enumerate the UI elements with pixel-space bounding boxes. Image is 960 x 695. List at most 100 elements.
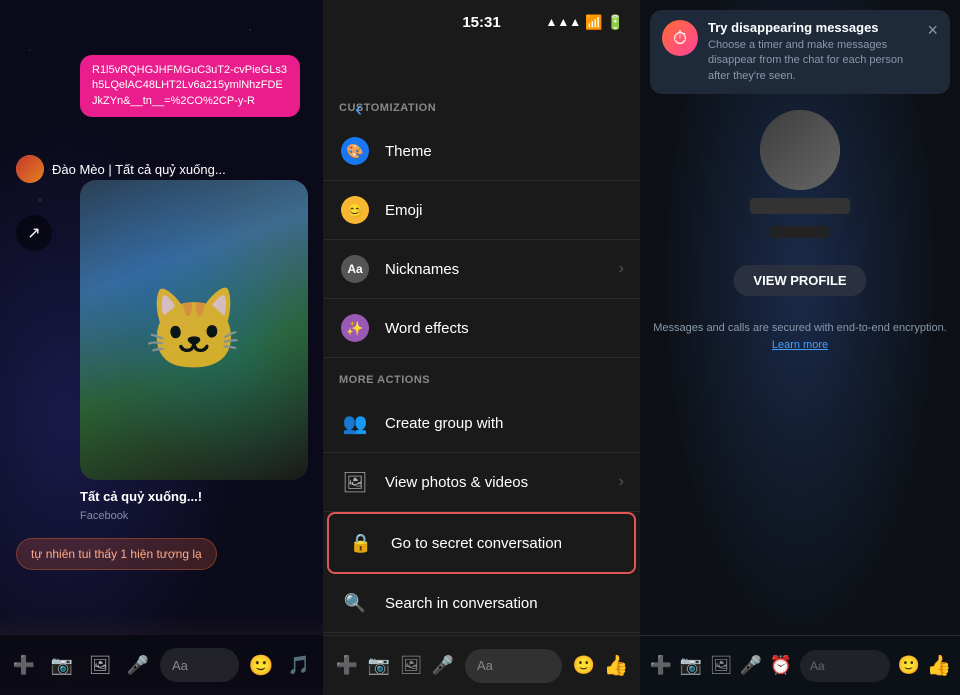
emoji-label: Emoji — [385, 202, 624, 219]
mid-camera-icon[interactable]: 📷 — [363, 650, 395, 682]
menu-item-secret-conversation[interactable]: 🔒 Go to secret conversation — [327, 512, 636, 574]
cat-image-container: 🐱 — [80, 180, 308, 480]
right-input-placeholder: Aa — [810, 659, 825, 673]
nicknames-arrow-icon: › — [619, 260, 624, 278]
lock-icon: 🔒 — [350, 533, 372, 554]
middle-bottom-bar: ➕ 📷 🖼 🎤 Aa 🙂 👍 — [323, 635, 640, 695]
menu-item-nicknames[interactable]: Aa Nicknames › — [323, 240, 640, 299]
right-panel: ⏱ Try disappearing messages Choose a tim… — [640, 0, 960, 695]
search-conversation-label: Search in conversation — [385, 595, 624, 612]
disappearing-banner: ⏱ Try disappearing messages Choose a tim… — [650, 10, 950, 94]
right-camera-icon[interactable]: 📷 — [676, 651, 706, 681]
close-icon: × — [927, 20, 938, 40]
emoji-icon-circle: 😊 — [341, 196, 369, 224]
microphone-icon[interactable]: 🎤 — [122, 649, 154, 681]
battery-icon: 🔋 — [607, 14, 624, 31]
cat-image: 🐱 — [80, 180, 308, 480]
encryption-text: Messages and calls are secured with end-… — [650, 320, 950, 353]
status-icons: ▲▲▲ 📶 🔋 — [545, 14, 624, 31]
emoji-icon[interactable]: 🙂 — [245, 649, 277, 681]
photos-icon-wrapper: 🖼 — [339, 466, 371, 498]
avatar-image — [16, 155, 44, 183]
mid-image-icon[interactable]: 🖼 — [395, 650, 427, 682]
status-bar: 15:31 ▲▲▲ 📶 🔋 — [323, 0, 640, 44]
nicknames-icon-circle: Aa — [341, 255, 369, 283]
avatar-row: Đào Mèo | Tất cả quỷ xuống... — [16, 155, 226, 183]
secret-icon-wrapper: 🔒 — [345, 527, 377, 559]
share-icon: ↗ — [27, 223, 40, 243]
right-clock-icon[interactable]: ⏰ — [766, 651, 796, 681]
right-emoji-icon[interactable]: 🙂 — [894, 651, 924, 681]
right-microphone-icon[interactable]: 🎤 — [736, 651, 766, 681]
photos-icon: 🖼 — [342, 470, 367, 495]
search-icon: 🔍 — [344, 593, 366, 614]
timer-icon: ⏱ — [673, 28, 687, 49]
image-icon[interactable]: 🖼 — [84, 649, 116, 681]
word-effects-icon-wrapper: ✨ — [339, 312, 371, 344]
theme-icon-circle: 🎨 — [341, 137, 369, 165]
mid-microphone-icon[interactable]: 🎤 — [427, 650, 459, 682]
menu-item-word-effects[interactable]: ✨ Word effects — [323, 299, 640, 358]
caption: Tất cả quỷ xuống...! — [80, 489, 202, 504]
menu-item-create-group[interactable]: 👥 Create group with — [323, 394, 640, 453]
cat-silhouette: 🐱 — [144, 283, 244, 377]
nicknames-label: Nicknames — [385, 261, 619, 278]
mid-input-placeholder: Aa — [477, 658, 493, 673]
right-thumb-icon[interactable]: 👍 — [924, 651, 954, 681]
search-icon-wrapper: 🔍 — [339, 587, 371, 619]
avatar-name: Đào Mèo | Tất cả quỷ xuống... — [52, 162, 226, 177]
view-profile-button[interactable]: VIEW PROFILE — [733, 265, 866, 296]
word-effects-icon-circle: ✨ — [341, 314, 369, 342]
right-bottom-bar: ➕ 📷 🖼 🎤 ⏰ Aa 🙂 👍 — [640, 635, 960, 695]
message-input[interactable]: Aa — [160, 648, 239, 682]
word-effects-icon: ✨ — [346, 320, 363, 337]
nicknames-icon-wrapper: Aa — [339, 253, 371, 285]
mid-thumb-icon[interactable]: 👍 — [600, 650, 632, 682]
more-actions-header: MORE ACTIONS — [323, 358, 640, 394]
voice-icon[interactable]: 🎵 — [283, 649, 315, 681]
create-group-icon-wrapper: 👥 — [339, 407, 371, 439]
menu-item-emoji[interactable]: 😊 Emoji — [323, 181, 640, 240]
right-image-icon[interactable]: 🖼 — [706, 651, 736, 681]
mid-plus-icon[interactable]: ➕ — [331, 650, 363, 682]
link-message: R1l5vRQHGJHFMGuC3uT2-cvPieGLs3h5LQelAC48… — [80, 55, 300, 117]
wifi-icon: 📶 — [585, 14, 602, 31]
share-button[interactable]: ↗ — [16, 215, 52, 251]
input-placeholder: Aa — [172, 658, 188, 673]
right-message-input[interactable]: Aa — [800, 650, 890, 682]
photos-label: View photos & videos — [385, 474, 619, 491]
secret-conversation-label: Go to secret conversation — [391, 535, 618, 552]
photos-arrow-icon: › — [619, 473, 624, 491]
menu-content: CUSTOMIZATION 🎨 Theme 😊 Emoji Aa — [323, 86, 640, 635]
middle-panel: 15:31 ▲▲▲ 📶 🔋 ‹ CUSTOMIZATION 🎨 Theme 😊 — [323, 0, 640, 695]
right-avatar-area — [750, 110, 850, 238]
right-avatar — [760, 110, 840, 190]
signal-icon: ▲▲▲ — [545, 15, 581, 29]
reply-text: tự nhiên tui thấy 1 hiện tượng lạ — [31, 547, 202, 561]
close-banner-button[interactable]: × — [927, 20, 938, 41]
encryption-message: Messages and calls are secured with end-… — [653, 322, 947, 334]
menu-item-theme[interactable]: 🎨 Theme — [323, 122, 640, 181]
status-time: 15:31 — [462, 14, 500, 31]
menu-item-search-conversation[interactable]: 🔍 Search in conversation — [323, 574, 640, 633]
right-profile-status — [770, 226, 830, 238]
caption-source: Facebook — [80, 510, 128, 522]
create-group-label: Create group with — [385, 415, 624, 432]
theme-icon-wrapper: 🎨 — [339, 135, 371, 167]
disappearing-icon: ⏱ — [662, 20, 698, 56]
word-effects-label: Word effects — [385, 320, 624, 337]
camera-icon[interactable]: 📷 — [46, 649, 78, 681]
mid-message-input[interactable]: Aa — [465, 649, 562, 683]
plus-icon[interactable]: ➕ — [8, 649, 40, 681]
left-bottom-bar: ➕ 📷 🖼 🎤 Aa 🙂 🎵 — [0, 635, 323, 695]
right-profile-name — [750, 198, 850, 214]
menu-item-photos-videos[interactable]: 🖼 View photos & videos › — [323, 453, 640, 512]
nicknames-icon: Aa — [347, 262, 362, 276]
view-profile-label: VIEW PROFILE — [753, 273, 846, 288]
learn-more-link[interactable]: Learn more — [772, 339, 828, 351]
theme-label: Theme — [385, 143, 624, 160]
disappearing-description: Choose a timer and make messages disappe… — [708, 38, 917, 84]
menu-item-notifications[interactable]: 🔔 Notifications & sounds › — [323, 633, 640, 635]
mid-emoji-icon[interactable]: 🙂 — [568, 650, 600, 682]
right-plus-icon[interactable]: ➕ — [646, 651, 676, 681]
